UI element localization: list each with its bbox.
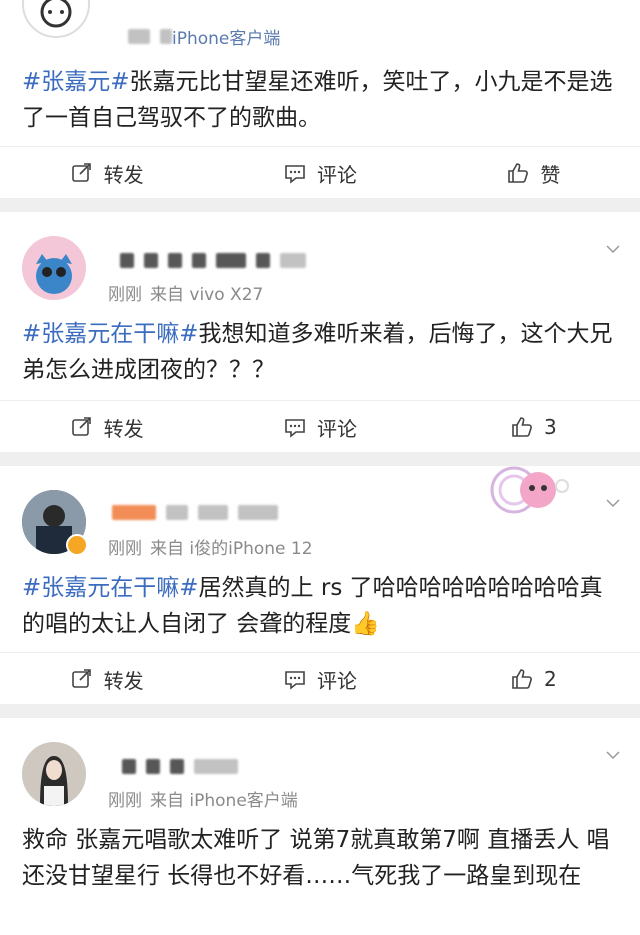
post-source: iPhone客户端 <box>172 24 280 49</box>
device-label: 来自 i俊的iPhone 12 <box>150 539 313 559</box>
post-card: 刚刚 来自 iPhone客户端 救命 张嘉元唱歌太难听了 说第7就真敢第7啊 直播… <box>0 718 640 935</box>
repost-button[interactable]: 转发 <box>0 401 213 452</box>
thumbs-up-icon <box>512 669 532 689</box>
hashtag-link[interactable]: #张嘉元在干嘛# <box>22 575 199 601</box>
avatar[interactable] <box>22 0 90 38</box>
comment-label: 评论 <box>316 416 357 441</box>
post-body: #张嘉元#张嘉元比甘望星还难听，笑吐了，小九是不是选了一首自己驾驭不了的歌曲。 <box>22 64 618 136</box>
comment-label: 评论 <box>316 162 357 187</box>
post-text: 救命 张嘉元唱歌太难听了 说第7就真敢第7啊 直播丢人 唱还没甘望星行 长得也不… <box>22 827 610 889</box>
username-blurred[interactable] <box>120 252 306 268</box>
like-count: 3 <box>543 415 557 439</box>
chevron-down-icon[interactable] <box>606 748 620 762</box>
post-time: 刚刚 <box>108 539 142 559</box>
post-card: 刚刚 来自 vivo X27 #张嘉元在干嘛#我想知道多难听来着，后悔了，这个大兄… <box>0 212 640 452</box>
post-meta: 刚刚 来自 iPhone客户端 <box>108 786 298 811</box>
username-blurred[interactable] <box>122 758 238 774</box>
chevron-down-icon[interactable] <box>606 242 620 256</box>
sticker-image <box>490 466 570 516</box>
hashtag-link[interactable]: #张嘉元在干嘛# <box>22 321 199 347</box>
repost-icon <box>71 669 91 688</box>
like-button[interactable]: 赞 <box>427 147 640 198</box>
post-card: 刚刚 来自 i俊的iPhone 12 #张嘉元在干嘛#居然真的上 rs 了哈哈哈哈… <box>0 466 640 704</box>
action-bar: 转发 评论 2 <box>0 652 640 704</box>
repost-button[interactable]: 转发 <box>0 147 213 198</box>
username-blurred[interactable] <box>128 28 172 44</box>
comment-icon <box>285 419 305 438</box>
comment-icon <box>285 165 305 184</box>
hashtag-link[interactable]: #张嘉元# <box>22 69 130 95</box>
like-count: 2 <box>543 667 557 691</box>
post-body: #张嘉元在干嘛#我想知道多难听来着，后悔了，这个大兄弟怎么进成团夜的？？？ <box>22 316 618 388</box>
chevron-down-icon[interactable] <box>606 496 620 510</box>
repost-icon <box>71 417 91 436</box>
action-bar: 转发 评论 3 <box>0 400 640 452</box>
device-label: 来自 vivo X27 <box>150 285 264 305</box>
repost-button[interactable]: 转发 <box>0 653 213 704</box>
repost-label: 转发 <box>103 162 144 187</box>
repost-icon <box>71 163 91 182</box>
post-meta: 刚刚 来自 vivo X27 <box>108 280 263 305</box>
thumbs-up-icon <box>512 417 532 437</box>
thumbs-up-icon <box>508 163 529 183</box>
avatar[interactable] <box>22 742 86 806</box>
repost-label: 转发 <box>103 416 144 441</box>
post-time: 刚刚 <box>108 791 142 811</box>
comment-button[interactable]: 评论 <box>213 147 426 198</box>
comment-label: 评论 <box>316 668 357 693</box>
post-meta: 刚刚 来自 i俊的iPhone 12 <box>108 534 313 559</box>
like-button[interactable]: 3 <box>427 401 640 452</box>
comment-icon <box>285 671 305 690</box>
post-body: 救命 张嘉元唱歌太难听了 说第7就真敢第7啊 直播丢人 唱还没甘望星行 长得也不… <box>22 822 618 894</box>
post-card: iPhone客户端 #张嘉元#张嘉元比甘望星还难听，笑吐了，小九是不是选了一首自… <box>0 0 640 198</box>
like-label: 赞 <box>540 162 561 187</box>
post-body: #张嘉元在干嘛#居然真的上 rs 了哈哈哈哈哈哈哈哈哈真的唱的太让人自闭了 会聋… <box>22 570 618 642</box>
post-time: 刚刚 <box>108 285 142 305</box>
device-label: iPhone客户端 <box>172 29 281 49</box>
like-button[interactable]: 2 <box>427 653 640 704</box>
action-bar: 转发 评论 赞 <box>0 146 640 198</box>
username-blurred[interactable] <box>112 504 278 520</box>
repost-label: 转发 <box>103 668 144 693</box>
device-label: 来自 iPhone客户端 <box>150 791 298 811</box>
verified-badge-icon <box>66 534 88 556</box>
comment-button[interactable]: 评论 <box>213 653 426 704</box>
comment-button[interactable]: 评论 <box>213 401 426 452</box>
avatar[interactable] <box>22 236 86 300</box>
